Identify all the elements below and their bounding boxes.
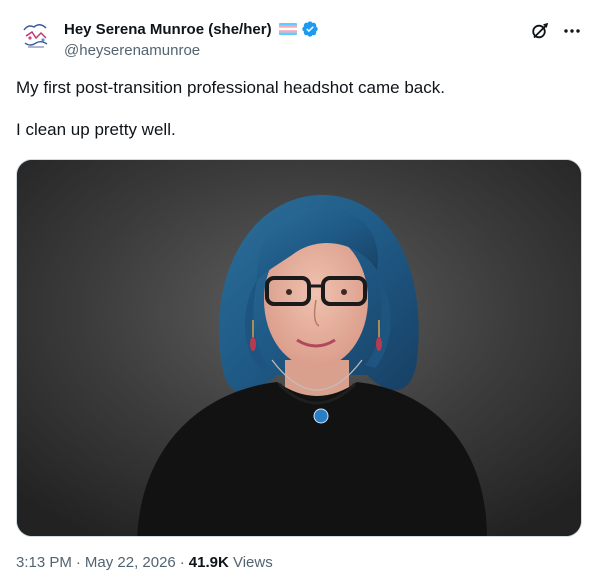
grok-icon[interactable] — [530, 21, 550, 41]
more-options-icon[interactable] — [562, 21, 582, 41]
tweet-text: My first post-transition professional he… — [16, 77, 576, 140]
views-count[interactable]: 41.9K — [189, 554, 229, 571]
author-name-row[interactable]: Hey Serena Munroe (she/her) — [64, 20, 319, 38]
tweet-text-line: My first post-transition professional he… — [16, 78, 445, 97]
avatar[interactable] — [16, 16, 56, 56]
transgender-flag-icon — [278, 23, 297, 35]
tweet-text-line: I clean up pretty well. — [16, 120, 176, 139]
tweet-time[interactable]: 3:13 PM — [16, 554, 72, 571]
meta-separator: · — [179, 554, 185, 571]
tweet-card: Hey Serena Munroe (she/her) @heyserenamu… — [0, 0, 602, 581]
tweet-date[interactable]: May 22, 2026 — [85, 554, 176, 571]
meta-separator: · — [75, 554, 81, 571]
author-handle[interactable]: @heyserenamunroe — [64, 42, 200, 59]
author-display-name[interactable]: Hey Serena Munroe (she/her) — [64, 21, 272, 38]
tweet-meta: 3:13 PM · May 22, 2026 · 41.9K Views — [16, 554, 273, 571]
views-label: Views — [232, 554, 273, 571]
verified-badge-icon[interactable] — [301, 20, 319, 38]
tweet-photo[interactable] — [16, 159, 582, 537]
